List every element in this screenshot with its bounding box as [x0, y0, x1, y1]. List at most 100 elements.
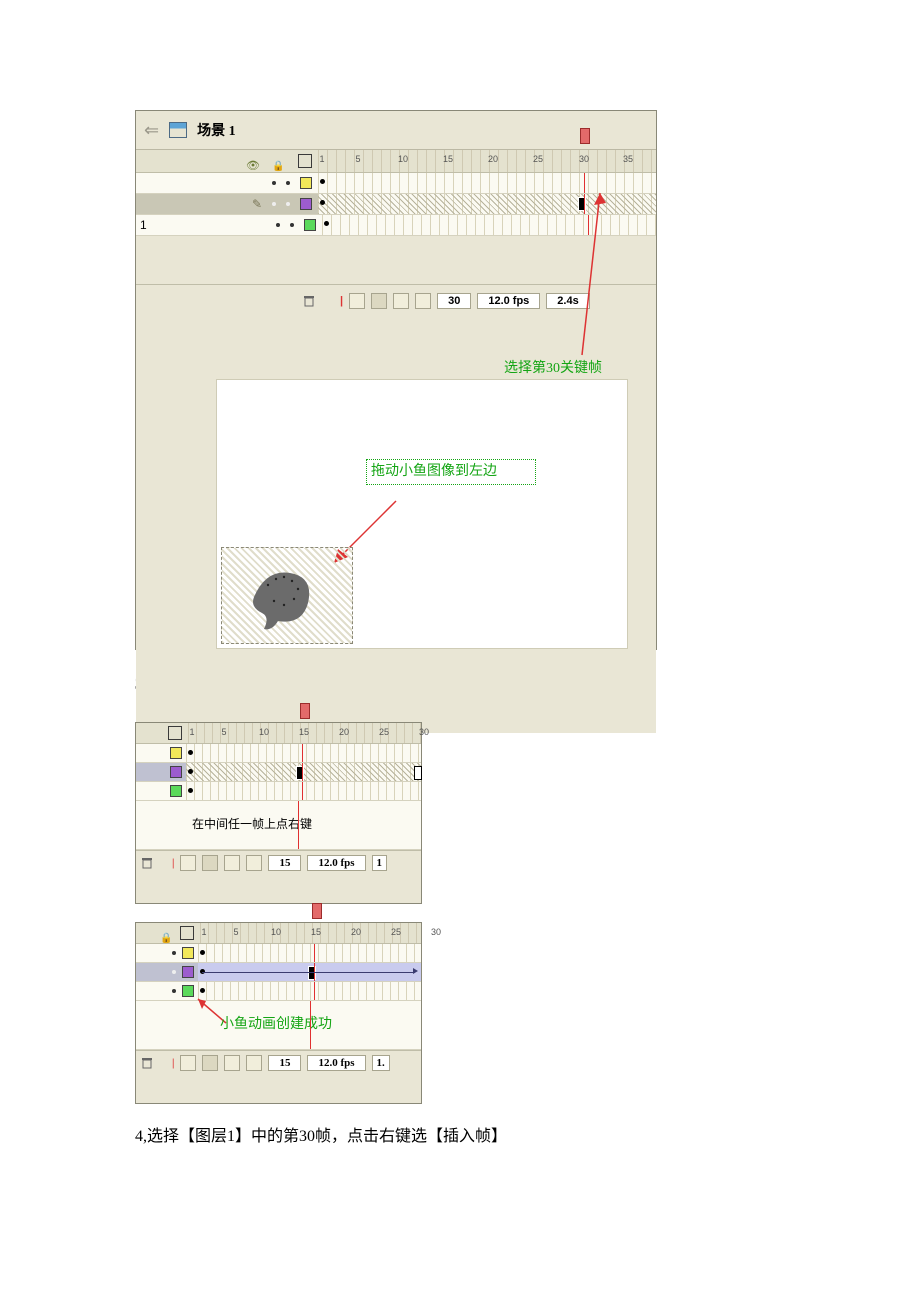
keyframe-icon[interactable]	[188, 788, 193, 793]
keyframe-icon[interactable]	[200, 988, 205, 993]
playhead-line	[314, 982, 315, 1000]
current-frame: 30	[437, 293, 471, 309]
onion-markers-icon[interactable]	[246, 1055, 262, 1071]
keyframe-icon[interactable]	[188, 769, 193, 774]
ruler-tick: 5	[221, 727, 226, 737]
frame-ruler[interactable]: 1 5 10 15 20 25 30 35	[318, 150, 656, 172]
tween-arrow-icon	[413, 968, 418, 974]
layer-color-swatch[interactable]	[300, 198, 312, 210]
trash-icon[interactable]	[302, 294, 316, 308]
trash-icon[interactable]	[140, 1056, 154, 1070]
timeline-header: 1 5 10 15 20 25 30	[136, 923, 421, 944]
playhead-line	[298, 801, 299, 849]
figure-2-timeline: 1 5 10 15 20 25 30	[135, 722, 422, 904]
outline-icon[interactable]	[298, 154, 312, 168]
onion-skin-icon[interactable]	[180, 855, 196, 871]
frame-ruler[interactable]: 1 5 10 15 20 25 30	[188, 723, 421, 743]
ruler-tick: 30	[419, 727, 429, 737]
timeline-status-bar: | 15 12.0 fps 1.	[136, 1050, 421, 1075]
outline-icon[interactable]	[180, 926, 194, 940]
edit-multiple-frames-icon[interactable]	[224, 855, 240, 871]
layer-color-swatch[interactable]	[300, 177, 312, 189]
dot-icon	[172, 989, 176, 993]
ruler-tick: 30	[431, 927, 441, 937]
dot-icon	[276, 223, 280, 227]
layer-meta	[136, 985, 198, 997]
annotation-arrow	[574, 187, 634, 357]
ruler-tick: 25	[379, 727, 389, 737]
layer-row[interactable]	[136, 744, 421, 763]
trash-icon[interactable]	[140, 856, 154, 870]
onion-skin-icon[interactable]	[180, 1055, 196, 1071]
keyframe-end-icon[interactable]	[414, 766, 422, 780]
frame-rate: 12.0 fps	[307, 1055, 365, 1071]
layer-controls-header	[136, 726, 188, 740]
onion-skin-outline-icon[interactable]	[202, 855, 218, 871]
playhead-marker-icon: |	[172, 857, 174, 869]
layer-color-swatch[interactable]	[182, 947, 194, 959]
figure-3-timeline: 1 5 10 15 20 25 30	[135, 922, 422, 1104]
instruction-step-4: 4,选择【图层1】中的第30帧，点击右键选【插入帧】	[135, 1124, 785, 1150]
dot-icon	[286, 202, 290, 206]
playhead-marker-icon: |	[340, 295, 343, 307]
layer-row[interactable]	[136, 782, 421, 801]
ruler-tick: 15	[311, 927, 321, 937]
playhead-line	[310, 1001, 311, 1049]
frame-track[interactable]	[198, 944, 421, 962]
dot-icon	[290, 223, 294, 227]
playhead-marker-icon: |	[172, 1057, 174, 1069]
onion-skin-outline-icon[interactable]	[371, 293, 387, 309]
keyframe-icon[interactable]	[320, 200, 325, 205]
keyframe-icon[interactable]	[188, 750, 193, 755]
edit-multiple-frames-icon[interactable]	[224, 1055, 240, 1071]
frame-track[interactable]	[186, 782, 421, 800]
layer-row[interactable]	[136, 944, 421, 963]
layer-meta	[136, 785, 186, 797]
keyframe-icon[interactable]	[200, 969, 205, 974]
onion-markers-icon[interactable]	[246, 855, 262, 871]
frame-track[interactable]	[186, 744, 421, 762]
playhead-cap[interactable]	[312, 903, 322, 919]
keyframe-icon[interactable]	[200, 950, 205, 955]
fish-image[interactable]	[244, 563, 326, 633]
edit-multiple-frames-icon[interactable]	[393, 293, 409, 309]
ruler-tick: 25	[391, 927, 401, 937]
layer-name: 1	[140, 218, 147, 232]
layer-meta	[136, 966, 198, 978]
lock-icon[interactable]	[160, 928, 174, 938]
onion-markers-icon[interactable]	[415, 293, 431, 309]
layer-color-swatch[interactable]	[170, 766, 182, 778]
frame-rate: 12.0 fps	[307, 855, 365, 871]
ruler-tick: 20	[339, 727, 349, 737]
layer-color-swatch[interactable]	[170, 785, 182, 797]
annotation-drag-fish: 拖动小鱼图像到左边	[366, 459, 536, 485]
onion-skin-icon[interactable]	[349, 293, 365, 309]
outline-icon[interactable]	[168, 726, 182, 740]
layer-row[interactable]	[136, 982, 421, 1001]
frame-ruler[interactable]: 1 5 10 15 20 25 30	[200, 923, 421, 943]
keyframe-icon[interactable]	[324, 221, 329, 226]
lock-icon[interactable]	[272, 156, 286, 166]
layer-color-swatch[interactable]	[304, 219, 316, 231]
frame-track[interactable]	[186, 763, 421, 781]
onion-skin-outline-icon[interactable]	[202, 1055, 218, 1071]
visibility-icon[interactable]	[246, 156, 260, 166]
layer-color-swatch[interactable]	[170, 747, 182, 759]
timeline-header: 1 5 10 15 20 25 30 35	[136, 150, 656, 173]
frame-track-tween[interactable]	[198, 963, 421, 981]
playhead-line	[314, 944, 315, 962]
layer-meta: ✎	[136, 197, 318, 211]
ruler-tick: 1	[319, 154, 324, 164]
layer-row-selected[interactable]	[136, 763, 421, 782]
ruler-tick: 5	[233, 927, 238, 937]
back-arrow-icon[interactable]: ⇐	[144, 120, 159, 141]
playhead-cap[interactable]	[580, 128, 590, 144]
layer-row-selected[interactable]	[136, 963, 421, 982]
layer-color-swatch[interactable]	[182, 966, 194, 978]
layer-meta	[136, 747, 186, 759]
keyframe-icon[interactable]	[320, 179, 325, 184]
playhead-cap[interactable]	[300, 703, 310, 719]
layer-color-swatch[interactable]	[182, 985, 194, 997]
current-frame: 15	[268, 1055, 301, 1071]
ruler-tick: 10	[259, 727, 269, 737]
